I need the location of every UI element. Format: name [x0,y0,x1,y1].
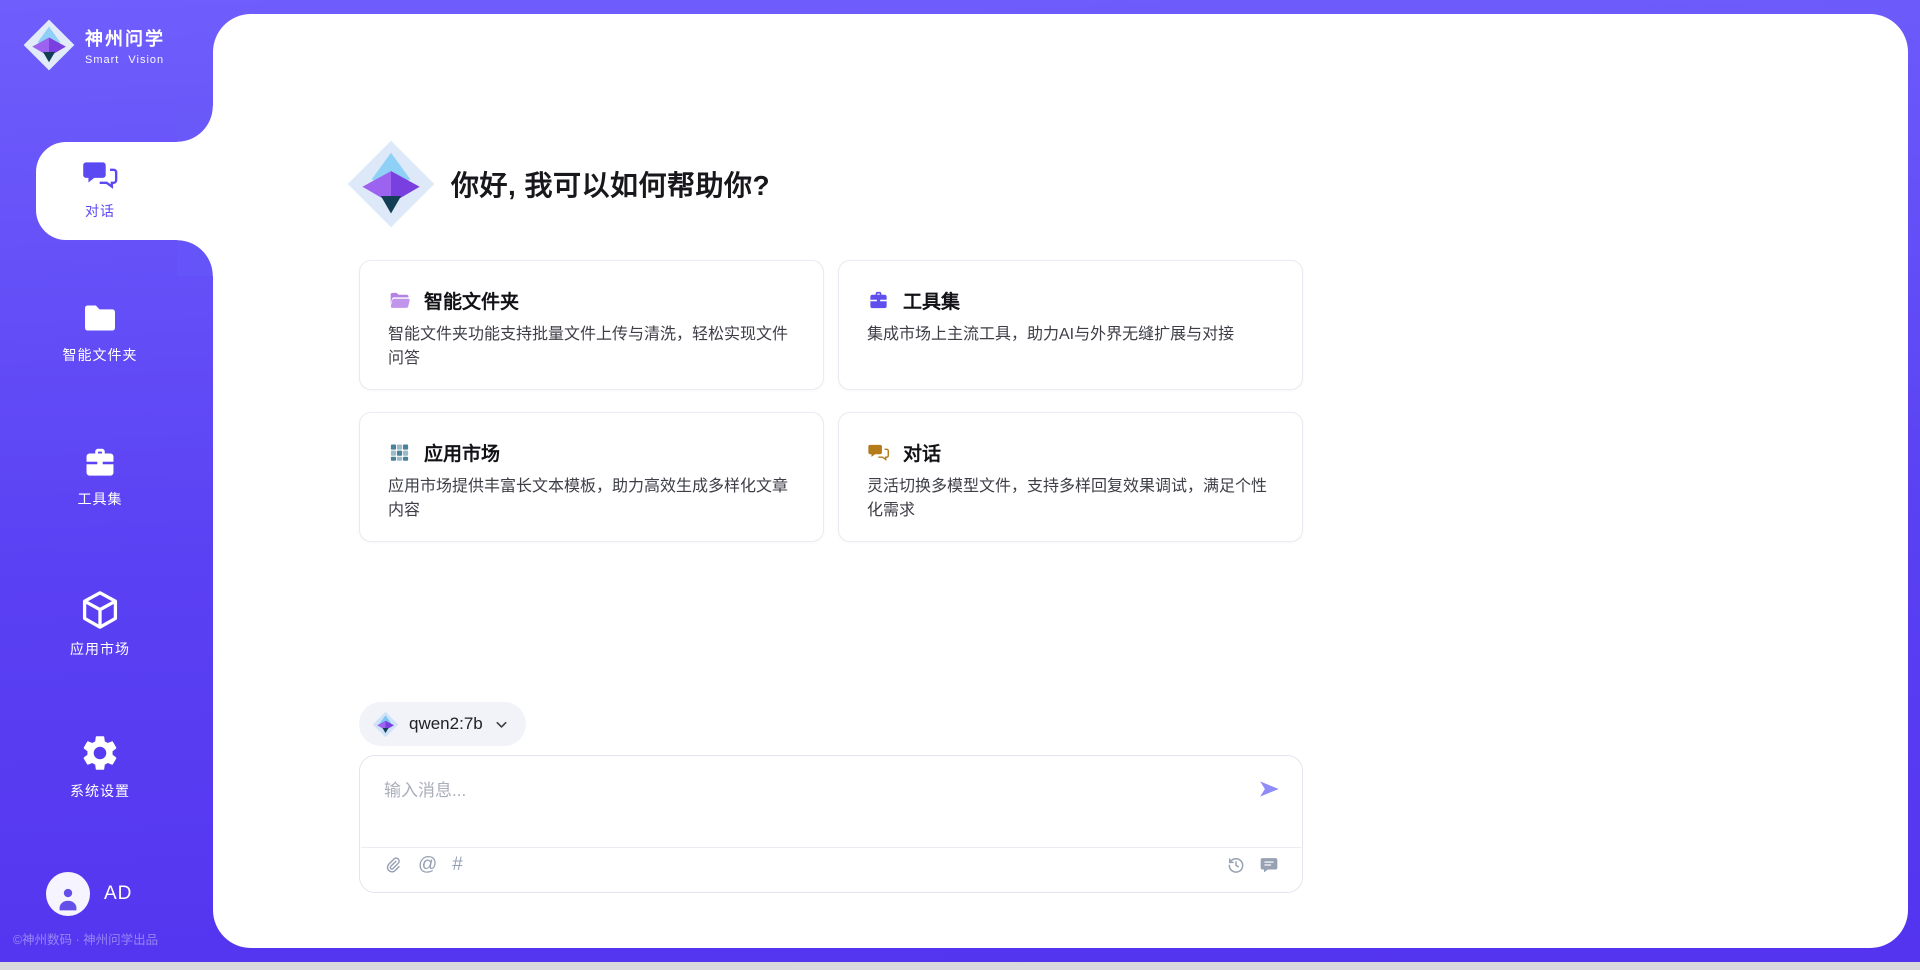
brand: 神州问学 Smart Vision [22,18,165,72]
sidebar-item-toolset[interactable]: 工具集 [0,444,200,509]
gear-icon [0,732,200,774]
message-composer: @ # [359,755,1303,893]
card-description: 灵活切换多模型文件，支持多样回复效果调试，满足个性化需求 [867,475,1274,523]
card-title: 工具集 [903,287,960,314]
sidebar: 神州问学 Smart Vision 对话 智能文件夹 [0,0,213,962]
greeting: 你好, 我可以如何帮助你? [345,138,770,230]
feature-cards: 智能文件夹 智能文件夹功能支持批量文件上传与清洗，轻松实现文件问答 工具集 集 [359,260,1303,542]
greeting-text: 你好, 我可以如何帮助你? [451,164,770,204]
composer-tools-left: @ # [383,855,463,875]
card-toolset[interactable]: 工具集 集成市场上主流工具，助力AI与外界无缝扩展与对接 [838,260,1303,390]
sidebar-item-label: 工具集 [0,489,200,509]
composer-divider [361,847,1301,848]
card-description: 集成市场上主流工具，助力AI与外界无缝扩展与对接 [867,323,1274,347]
model-name: qwen2:7b [409,714,483,734]
folder-icon [0,298,200,338]
card-description: 智能文件夹功能支持批量文件上传与清洗，轻松实现文件问答 [388,323,795,371]
page-bottom-edge [0,962,1920,970]
hash-icon[interactable]: # [452,855,463,875]
chevron-down-icon [493,716,510,733]
sidebar-item-label: 智能文件夹 [0,345,200,365]
folder-open-icon [388,289,411,312]
copyright: ©神州数码 · 神州问学出品 [8,929,163,948]
avatar [46,872,90,916]
brand-diamond-icon [372,711,399,738]
user-initials: AD [104,883,132,905]
cube-icon [0,588,200,632]
brand-subtitle: Smart Vision [85,54,165,66]
user-account[interactable]: AD [46,872,132,916]
brand-name: 神州问学 [85,25,165,51]
feedback-icon[interactable] [1259,855,1279,875]
sidebar-item-label: 对话 [0,201,200,221]
sidebar-item-chat[interactable]: 对话 [0,156,200,221]
user-icon [54,883,82,911]
card-title: 应用市场 [424,439,500,466]
paperclip-icon[interactable] [383,855,403,875]
sidebar-item-smart-folder[interactable]: 智能文件夹 [0,298,200,365]
sidebar-item-label: 应用市场 [0,639,200,659]
sidebar-item-label: 系统设置 [0,781,200,801]
brand-diamond-icon [345,138,437,230]
main-content: 你好, 我可以如何帮助你? 智能文件夹 智能文件夹功能支持批量文件上传与清洗，轻… [359,0,1303,962]
composer-tools-right [1226,855,1279,875]
app-canvas: 神州问学 Smart Vision 对话 智能文件夹 [0,0,1920,962]
history-icon[interactable] [1226,855,1246,875]
chat-bubbles-icon [867,441,890,464]
sidebar-item-settings[interactable]: 系统设置 [0,732,200,801]
card-smart-folder[interactable]: 智能文件夹 智能文件夹功能支持批量文件上传与清洗，轻松实现文件问答 [359,260,824,390]
grid-icon [388,441,411,464]
chat-bubbles-icon [0,156,200,194]
toolbox-icon [0,444,200,482]
card-description: 应用市场提供丰富长文本模板，助力高效生成多样化文章内容 [388,475,795,523]
model-selector[interactable]: qwen2:7b [359,702,526,746]
sidebar-item-app-market[interactable]: 应用市场 [0,588,200,659]
brand-text: 神州问学 Smart Vision [85,25,165,66]
toolbox-icon [867,289,890,312]
card-chat[interactable]: 对话 灵活切换多模型文件，支持多样回复效果调试，满足个性化需求 [838,412,1303,542]
card-title: 智能文件夹 [424,287,519,314]
message-input[interactable] [384,776,1234,834]
at-icon[interactable]: @ [418,855,437,875]
send-icon[interactable] [1256,776,1282,802]
card-app-market[interactable]: 应用市场 应用市场提供丰富长文本模板，助力高效生成多样化文章内容 [359,412,824,542]
brand-diamond-icon [22,18,76,72]
card-title: 对话 [903,439,941,466]
